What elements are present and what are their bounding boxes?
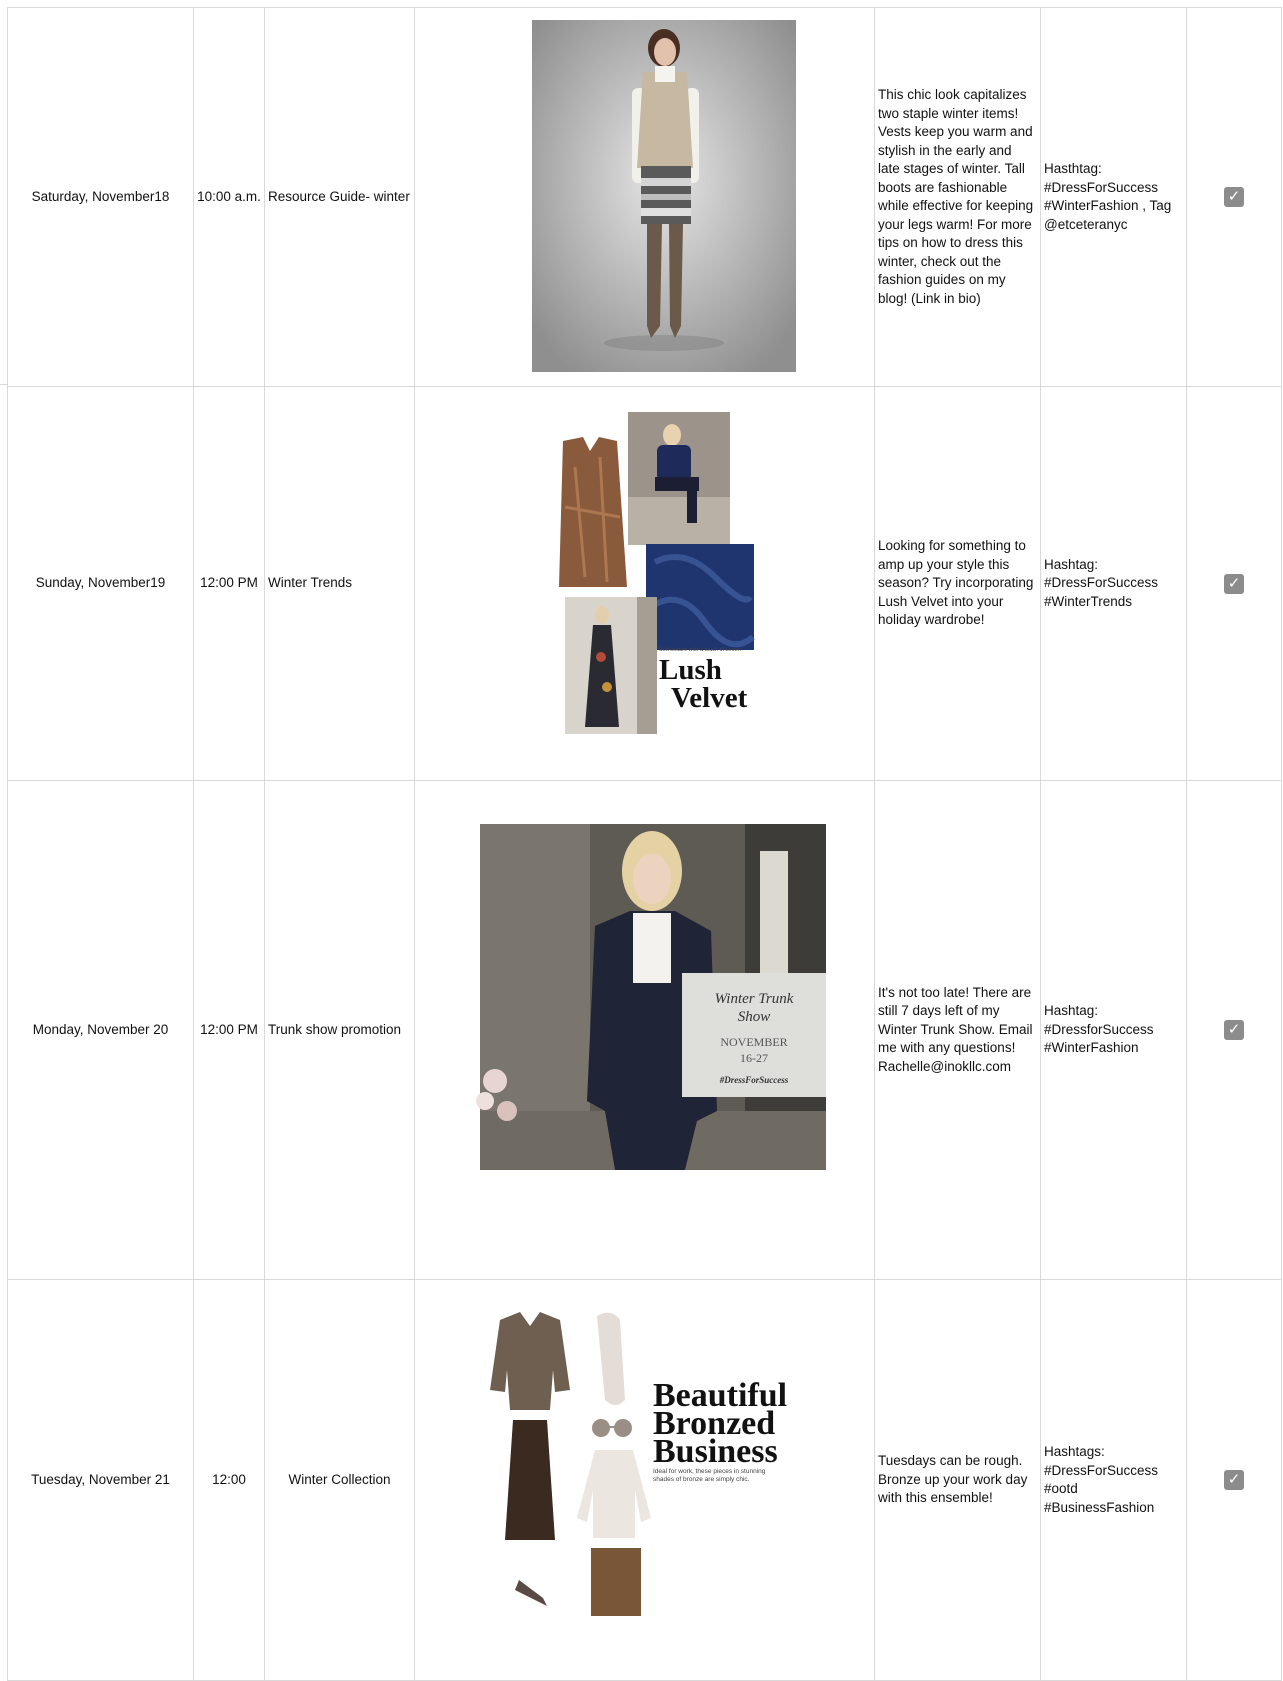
title-cell[interactable]: Winter Collection: [264, 1279, 415, 1681]
winter-trunk-show-image: Winter Trunk Show NOVEMBER 16-27 #DressF…: [416, 782, 874, 1279]
title-cell[interactable]: Trunk show promotion: [264, 780, 415, 1280]
collage-title-line3: Business: [653, 1433, 778, 1470]
title-cell[interactable]: Winter Trends: [264, 386, 415, 781]
checkbox-checked-icon[interactable]: ✓: [1224, 573, 1244, 594]
collage-subtitle: Ideal for work, these pieces in stunning…: [653, 1468, 766, 1483]
content-calendar-table: Saturday, November18 10:00 a.m. Resource…: [7, 7, 1282, 1681]
checkbox-checked-icon[interactable]: ✓: [1224, 187, 1244, 207]
image-cell[interactable]: Winter Trunk Show NOVEMBER 16-27 #DressF…: [414, 780, 875, 1280]
caption-cell[interactable]: Looking for something to amp up your sty…: [874, 386, 1041, 781]
title-cell[interactable]: Resource Guide- winter: [264, 7, 415, 387]
image-cell[interactable]: Beautiful Bronzed Business Ideal for wor…: [414, 1279, 875, 1681]
caption-cell[interactable]: Tuesdays can be rough. Bronze up your wo…: [874, 1279, 1041, 1681]
caption-cell[interactable]: It's not too late! There are still 7 day…: [874, 780, 1041, 1280]
time-cell[interactable]: 10:00 a.m.: [193, 7, 265, 387]
collage-subtitle: Soft texture with a touch of sheen: [659, 647, 741, 653]
spreadsheet: Saturday, November18 10:00 a.m. Resource…: [0, 0, 1283, 1681]
time-cell[interactable]: 12:00 PM: [193, 386, 265, 781]
sign-hashtag: #DressForSuccess: [719, 1075, 789, 1085]
checkbox-checked-icon[interactable]: ✓: [1224, 1470, 1244, 1490]
image-cell[interactable]: Soft texture with a touch of sheen Lush …: [414, 386, 875, 781]
hashtags-cell[interactable]: Hasthtag: #DressForSuccess #WinterFashio…: [1040, 7, 1187, 387]
collage-title-line2: Velvet: [671, 682, 748, 714]
status-cell[interactable]: ✓: [1186, 780, 1282, 1280]
sign-month: NOVEMBER: [720, 1035, 787, 1049]
time-cell[interactable]: 12:00 PM: [193, 780, 265, 1280]
table-row: Saturday, November18 10:00 a.m. Resource…: [7, 7, 1282, 387]
status-cell[interactable]: ✓: [1186, 386, 1282, 781]
table-row: Sunday, November19 12:00 PM Winter Trend…: [7, 386, 1282, 781]
date-cell[interactable]: Sunday, November19: [7, 386, 194, 781]
hashtags-cell[interactable]: Hashtags: #DressForSuccess #ootd #Busine…: [1040, 1279, 1187, 1681]
date-cell[interactable]: Tuesday, November 21: [7, 1279, 194, 1681]
row-divider-stub: [0, 384, 7, 385]
checkbox-checked-icon[interactable]: ✓: [1224, 1020, 1244, 1040]
caption-cell[interactable]: This chic look capitalizes two staple wi…: [874, 7, 1041, 387]
sign-title-line2: Show: [738, 1009, 771, 1025]
lush-velvet-collage: Soft texture with a touch of sheen Lush …: [416, 388, 874, 780]
table-row: Monday, November 20 12:00 PM Trunk show …: [7, 780, 1282, 1280]
hashtags-cell[interactable]: Hashtag: #DressForSuccess #WinterTrends: [1040, 386, 1187, 781]
time-cell[interactable]: 12:00: [193, 1279, 265, 1681]
status-cell[interactable]: ✓: [1186, 7, 1282, 387]
sign-title-line1: Winter Trunk: [715, 991, 794, 1007]
bronzed-business-collage: Beautiful Bronzed Business Ideal for wor…: [416, 1281, 874, 1680]
date-cell[interactable]: Saturday, November18: [7, 7, 194, 387]
status-cell[interactable]: ✓: [1186, 1279, 1282, 1681]
vest-outfit-image: [416, 9, 874, 386]
image-cell[interactable]: [414, 7, 875, 387]
sign-days: 16-27: [740, 1051, 768, 1065]
table-row: Tuesday, November 21 12:00 Winter Collec…: [7, 1279, 1282, 1681]
hashtags-cell[interactable]: Hashtag: #DressforSuccess #WinterFashion: [1040, 780, 1187, 1280]
date-cell[interactable]: Monday, November 20: [7, 780, 194, 1280]
